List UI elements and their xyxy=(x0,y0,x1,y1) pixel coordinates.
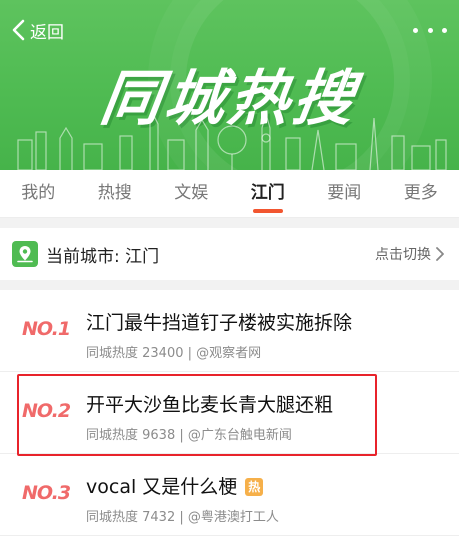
item-meta: 同城热度 9638 | @广东台触电新闻 xyxy=(86,428,292,443)
current-city-label: 当前城市: 江门 xyxy=(46,246,160,267)
tab-entertainment[interactable]: 文娱 xyxy=(153,170,230,218)
section-divider xyxy=(0,280,459,290)
rank-label: NO.2 xyxy=(22,400,71,422)
rank-label: NO.3 xyxy=(22,482,71,504)
section-divider xyxy=(0,218,459,228)
chevron-right-icon xyxy=(436,247,444,261)
tab-trending[interactable]: 热搜 xyxy=(77,170,154,218)
location-pin-icon xyxy=(12,241,38,267)
more-dot-icon xyxy=(427,27,433,33)
city-skyline-illustration xyxy=(17,111,447,170)
list-item[interactable]: NO.3 vocal 又是什么梗热 同城热度 7432 | @粤港澳打工人 xyxy=(0,454,459,536)
back-button[interactable]: 返回 xyxy=(10,16,64,44)
tab-more[interactable]: 更多 xyxy=(383,170,459,218)
trending-list: NO.1 江门最牛挡道钉子楼被实施拆除 同城热度 23400 | @观察者网 N… xyxy=(0,290,459,536)
item-meta: 同城热度 23400 | @观察者网 xyxy=(86,346,262,361)
rank-label: NO.1 xyxy=(22,318,71,340)
header-banner: 返回 同城热搜 xyxy=(0,0,459,170)
more-dot-icon xyxy=(413,27,418,33)
hot-badge: 热 xyxy=(245,478,264,496)
item-title: 开平大沙鱼比麦长青大腿还粗 xyxy=(86,394,334,416)
current-city-row: 当前城市: 江门 点击切换 xyxy=(0,228,459,280)
item-title: vocal 又是什么梗热 xyxy=(86,472,264,499)
list-item[interactable]: NO.1 江门最牛挡道钉子楼被实施拆除 同城热度 23400 | @观察者网 xyxy=(0,290,459,372)
back-label: 返回 xyxy=(30,22,64,43)
tab-news[interactable]: 要闻 xyxy=(306,170,383,218)
more-options-button[interactable] xyxy=(413,20,447,40)
item-title: 江门最牛挡道钉子楼被实施拆除 xyxy=(86,312,353,334)
item-meta: 同城热度 7432 | @粤港澳打工人 xyxy=(86,510,279,525)
tab-mine[interactable]: 我的 xyxy=(0,170,77,218)
active-tab-indicator xyxy=(252,208,283,213)
switch-city-button[interactable]: 点击切换 xyxy=(375,228,445,280)
more-dot-icon xyxy=(442,27,447,33)
category-tabs: 我的 热搜 文娱 江门 要闻 更多 xyxy=(0,170,459,218)
switch-city-label: 点击切换 xyxy=(375,247,431,263)
tab-jiangmen[interactable]: 江门 xyxy=(230,170,307,218)
chevron-left-icon xyxy=(12,19,25,41)
list-item[interactable]: NO.2 开平大沙鱼比麦长青大腿还粗 同城热度 9638 | @广东台触电新闻 xyxy=(0,372,459,454)
